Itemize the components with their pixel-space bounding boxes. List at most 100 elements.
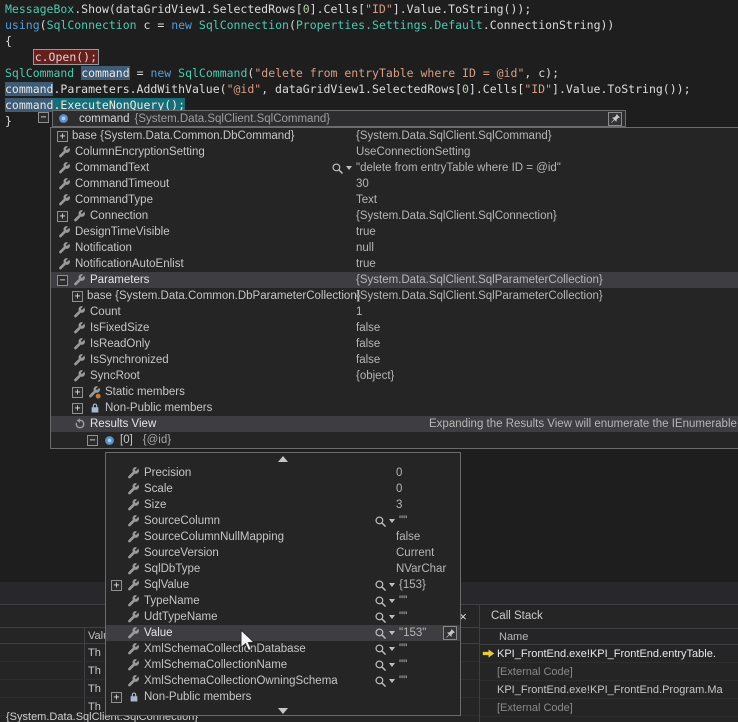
code-line[interactable]: SqlCommand command = new SqlCommand("del… bbox=[5, 65, 691, 81]
magnifier-icon[interactable] bbox=[331, 162, 352, 175]
caret-down-icon[interactable] bbox=[346, 166, 352, 170]
property-row[interactable]: + Non-Public members bbox=[106, 689, 460, 705]
collapse-icon[interactable]: − bbox=[87, 434, 98, 446]
expand-icon[interactable]: + bbox=[57, 130, 68, 142]
property-value-cell: 0 bbox=[396, 465, 402, 481]
property-row[interactable]: + SqlValue {153} bbox=[106, 577, 460, 593]
property-value: 0 bbox=[396, 467, 403, 479]
magnifier-icon[interactable] bbox=[374, 643, 395, 656]
property-row[interactable]: + base {System.Data.Common.DbCommand} {Sys… bbox=[51, 128, 738, 144]
scroll-up-icon[interactable] bbox=[106, 453, 460, 465]
property-row[interactable]: IsReadOnly false bbox=[51, 336, 738, 352]
property-row[interactable]: ColumnEncryptionSetting UseConnectionSett… bbox=[51, 144, 738, 160]
property-name: base {System.Data.Common.DbParameterColl… bbox=[87, 290, 361, 302]
wrench-icon bbox=[72, 337, 87, 351]
property-value: false bbox=[356, 338, 381, 350]
code-line[interactable]: using(SqlConnection c = new SqlConnectio… bbox=[5, 17, 691, 33]
property-name: DesignTimeVisible bbox=[75, 226, 170, 238]
expand-icon[interactable]: + bbox=[111, 579, 122, 591]
datatip-root-collapse-icon[interactable]: − bbox=[38, 112, 49, 123]
property-value: "" bbox=[399, 611, 408, 623]
code-segment: new bbox=[150, 66, 172, 80]
property-row[interactable]: SqlDbType NVarChar bbox=[106, 561, 460, 577]
property-row[interactable]: SyncRoot {object} bbox=[51, 368, 738, 384]
callstack-frame[interactable]: [External Code] bbox=[480, 663, 738, 681]
magnifier-icon[interactable] bbox=[374, 627, 395, 640]
magnifier-icon[interactable] bbox=[374, 611, 395, 624]
code-line[interactable]: command.Parameters.AddWithValue("@id", d… bbox=[5, 81, 691, 97]
magnifier-icon[interactable] bbox=[374, 579, 395, 592]
property-row[interactable]: Scale 0 bbox=[106, 481, 460, 497]
property-row[interactable]: + Non-Public members bbox=[51, 400, 738, 416]
caret-down-icon[interactable] bbox=[389, 599, 395, 603]
property-row[interactable]: CommandType Text bbox=[51, 192, 738, 208]
property-value: "153" bbox=[399, 627, 427, 639]
property-row[interactable]: CommandTimeout 30 bbox=[51, 176, 738, 192]
property-row[interactable]: TypeName "" bbox=[106, 593, 460, 609]
property-row[interactable]: UdtTypeName "" bbox=[106, 609, 460, 625]
property-value-cell: "" bbox=[374, 513, 407, 529]
property-row[interactable]: XmlSchemaCollectionName "" bbox=[106, 657, 460, 673]
property-row[interactable]: CommandText "delete from entryTable where… bbox=[51, 160, 738, 176]
property-row[interactable]: Count 1 bbox=[51, 304, 738, 320]
property-value: {@id} bbox=[142, 434, 172, 446]
property-value-cell: true bbox=[356, 256, 376, 272]
property-row[interactable]: SourceColumn "" bbox=[106, 513, 460, 529]
caret-down-icon[interactable] bbox=[389, 647, 395, 651]
property-row[interactable]: Results View Expanding the Results View w… bbox=[51, 416, 738, 432]
property-row[interactable]: IsFixedSize false bbox=[51, 320, 738, 336]
code-line[interactable]: c.Open(); bbox=[5, 49, 691, 65]
property-row[interactable]: Notification null bbox=[51, 240, 738, 256]
magnifier-icon[interactable] bbox=[374, 515, 395, 528]
code-line[interactable]: MessageBox.Show(dataGridView1.SelectedRo… bbox=[5, 1, 691, 17]
magnifier-icon[interactable] bbox=[374, 675, 395, 688]
frame-text: KPI_FrontEnd.exe!KPI_FrontEnd.Program.Ma bbox=[497, 683, 723, 696]
caret-down-icon[interactable] bbox=[389, 615, 395, 619]
property-row[interactable]: + Static members bbox=[51, 384, 738, 400]
datatip-header[interactable]: command {System.Data.SqlClient.SqlComman… bbox=[52, 110, 626, 127]
property-name: Non-Public members bbox=[105, 402, 213, 414]
property-row[interactable]: − [0] {@id} bbox=[51, 432, 738, 448]
expand-icon[interactable]: + bbox=[72, 402, 83, 414]
property-row[interactable]: XmlSchemaCollectionOwningSchema "" bbox=[106, 673, 460, 689]
static-icon bbox=[87, 385, 102, 399]
pin-icon[interactable] bbox=[443, 626, 457, 640]
property-row[interactable]: SourceColumnNullMapping false bbox=[106, 529, 460, 545]
property-row[interactable]: Size 3 bbox=[106, 497, 460, 513]
pin-icon[interactable] bbox=[608, 111, 622, 126]
expand-icon[interactable]: + bbox=[72, 290, 83, 302]
scroll-down-icon[interactable] bbox=[106, 705, 460, 717]
property-row[interactable]: IsSynchronized false bbox=[51, 352, 738, 368]
callstack-frame[interactable]: KPI_FrontEnd.exe!KPI_FrontEnd.entryTable… bbox=[480, 645, 738, 663]
property-row[interactable]: SourceVersion Current bbox=[106, 545, 460, 561]
expand-icon[interactable]: + bbox=[72, 386, 83, 398]
code-segment: c = bbox=[136, 18, 172, 32]
expand-icon[interactable]: + bbox=[111, 691, 122, 703]
property-row[interactable]: DesignTimeVisible true bbox=[51, 224, 738, 240]
magnifier-icon[interactable] bbox=[374, 659, 395, 672]
collapse-icon[interactable]: − bbox=[57, 274, 68, 286]
caret-down-icon[interactable] bbox=[389, 583, 395, 587]
caret-down-icon[interactable] bbox=[389, 631, 395, 635]
magnifier-icon[interactable] bbox=[374, 595, 395, 608]
property-row[interactable]: − Parameters {System.Data.SqlClient.SqlPar… bbox=[51, 272, 738, 288]
caret-down-icon[interactable] bbox=[389, 663, 395, 667]
property-row[interactable]: Value "153" bbox=[106, 625, 460, 641]
property-value-cell: false bbox=[356, 336, 380, 352]
property-value: "" bbox=[399, 595, 408, 607]
property-row[interactable]: + base {System.Data.Common.DbParameterCol… bbox=[51, 288, 738, 304]
property-value-cell: {System.Data.SqlClient.SqlParameterColle… bbox=[356, 272, 603, 288]
property-row[interactable]: Precision 0 bbox=[106, 465, 460, 481]
caret-down-icon[interactable] bbox=[389, 679, 395, 683]
callstack-frame[interactable]: [External Code] bbox=[480, 699, 738, 717]
callstack-frame[interactable]: KPI_FrontEnd.exe!KPI_FrontEnd.Program.Ma bbox=[480, 681, 738, 699]
property-row[interactable]: NotificationAutoEnlist true bbox=[51, 256, 738, 272]
code-line[interactable]: { bbox=[5, 33, 691, 49]
property-row[interactable]: + Connection {System.Data.SqlClient.SqlCon… bbox=[51, 208, 738, 224]
expand-icon[interactable]: + bbox=[57, 210, 68, 222]
property-value-cell: 30 bbox=[356, 176, 369, 192]
name-column-header[interactable]: Name bbox=[480, 628, 738, 645]
property-row[interactable]: XmlSchemaCollectionDatabase "" bbox=[106, 641, 460, 657]
caret-down-icon[interactable] bbox=[389, 519, 395, 523]
